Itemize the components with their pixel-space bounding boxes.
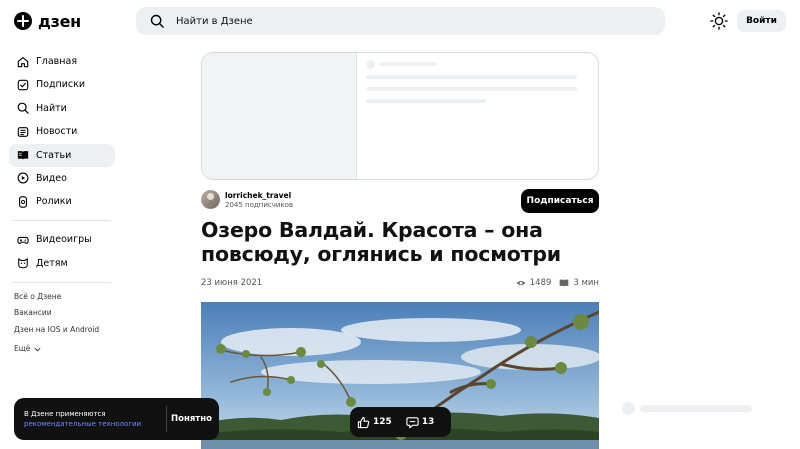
comments-button[interactable]: 13 xyxy=(406,416,435,429)
sidebar-item-news[interactable]: Новости xyxy=(9,120,115,143)
sidebar-item-label: Главная xyxy=(36,56,78,67)
gamepad-icon xyxy=(17,236,29,244)
reactions-toolbar: 125 13 xyxy=(350,407,451,437)
logo[interactable]: дзен xyxy=(14,10,81,32)
read-time: 3 мин xyxy=(573,278,599,288)
sidebar-item-home[interactable]: Главная xyxy=(9,50,115,73)
sidebar-item-videogames[interactable]: Видеоигры xyxy=(9,228,115,251)
likes-count: 125 xyxy=(373,417,392,427)
ad-image-placeholder xyxy=(202,53,357,179)
cookie-message: В Дзене применяются xyxy=(24,410,106,418)
search-input[interactable] xyxy=(176,15,616,27)
sidebar-item-video[interactable]: Видео xyxy=(9,167,115,190)
sidebar-item-kids[interactable]: Детям xyxy=(9,252,115,275)
skeleton-dot xyxy=(622,402,635,415)
footer-link-vacancies[interactable]: Вакансии xyxy=(14,308,99,324)
more-label: Ещё xyxy=(14,344,31,354)
logo-text: дзен xyxy=(38,11,81,31)
skeleton-dot xyxy=(366,60,375,69)
chevron-down-icon xyxy=(34,347,41,352)
more-button[interactable]: Ещё xyxy=(14,341,99,357)
skeleton-line xyxy=(366,99,486,103)
sidebar-item-search[interactable]: Найти xyxy=(9,97,115,120)
author-block[interactable]: lorrichek_travel 2045 подписчиков xyxy=(201,190,293,209)
more-options-icon[interactable] xyxy=(450,415,451,429)
articles-icon xyxy=(17,151,29,160)
sidebar-item-label: Видео xyxy=(36,172,67,184)
sidebar-item-label: Статьи xyxy=(36,149,72,161)
book-icon xyxy=(560,279,569,287)
footer-link-about[interactable]: Всё о Дзене xyxy=(14,292,99,308)
subscriptions-icon xyxy=(17,79,29,91)
sidebar-item-subscriptions[interactable]: Подписки xyxy=(9,73,115,96)
sidebar-item-label: Детям xyxy=(36,257,68,269)
cookie-text: В Дзене применяются рекомендательные тех… xyxy=(24,409,169,429)
sidebar-item-shorts[interactable]: Ролики xyxy=(9,190,115,213)
sidebar-footer-links: Всё о Дзене Вакансии Дзен на IOS и Andro… xyxy=(14,292,99,357)
views-count: 1489 xyxy=(529,278,552,288)
sidebar-item-label: Видеоигры xyxy=(36,234,92,246)
article-title: Озеро Валдай. Красота – она повсюду, огл… xyxy=(201,218,561,266)
skeleton-line xyxy=(366,75,577,79)
shorts-icon xyxy=(19,196,27,208)
footer-link-apps[interactable]: Дзен на IOS и Android xyxy=(14,325,99,341)
cookie-banner: В Дзене применяются рекомендательные тех… xyxy=(14,398,219,440)
skeleton-line xyxy=(640,405,752,412)
sidebar: Главная Подписки Найти Новости Статьи Ви… xyxy=(9,50,115,290)
sidebar-item-label: Найти xyxy=(36,102,67,114)
cookie-accept-button[interactable]: Понятно xyxy=(171,410,212,428)
kids-icon xyxy=(18,258,28,269)
skeleton-line xyxy=(380,62,436,66)
recommendation-tech-link[interactable]: рекомендательные технологии xyxy=(24,420,141,428)
article-date: 23 июня 2021 xyxy=(201,278,263,288)
cookie-divider xyxy=(166,406,167,432)
avatar[interactable] xyxy=(201,190,220,209)
sun-icon[interactable] xyxy=(710,12,728,30)
sidebar-divider xyxy=(13,220,111,222)
eye-icon xyxy=(516,280,526,286)
subscribe-button[interactable]: Подписаться xyxy=(521,189,599,213)
news-icon xyxy=(17,126,29,137)
sidebar-item-label: Ролики xyxy=(36,196,72,208)
search-bar[interactable] xyxy=(136,7,665,35)
sidebar-item-articles[interactable]: Статьи xyxy=(9,143,115,167)
search-icon xyxy=(17,102,29,115)
thumbs-up-icon xyxy=(357,416,370,428)
comment-icon xyxy=(406,416,419,428)
home-icon xyxy=(17,56,29,67)
article-stats: 1489 3 мин xyxy=(516,278,599,288)
video-icon xyxy=(17,173,29,184)
search-icon xyxy=(150,14,164,28)
sidebar-item-label: Подписки xyxy=(36,79,86,91)
comments-count: 13 xyxy=(421,417,435,427)
login-button[interactable]: Войти xyxy=(737,10,786,32)
skeleton-line xyxy=(366,87,577,91)
author-name[interactable]: lorrichek_travel xyxy=(225,191,293,200)
author-info: lorrichek_travel 2045 подписчиков xyxy=(225,191,293,209)
dzen-logo-icon xyxy=(14,12,32,30)
author-subscribers: 2045 подписчиков xyxy=(225,200,294,209)
sidebar-item-label: Новости xyxy=(36,126,78,138)
ad-placeholder-card[interactable] xyxy=(201,52,599,180)
sidebar-divider xyxy=(13,281,111,283)
like-button[interactable]: 125 xyxy=(357,416,392,429)
